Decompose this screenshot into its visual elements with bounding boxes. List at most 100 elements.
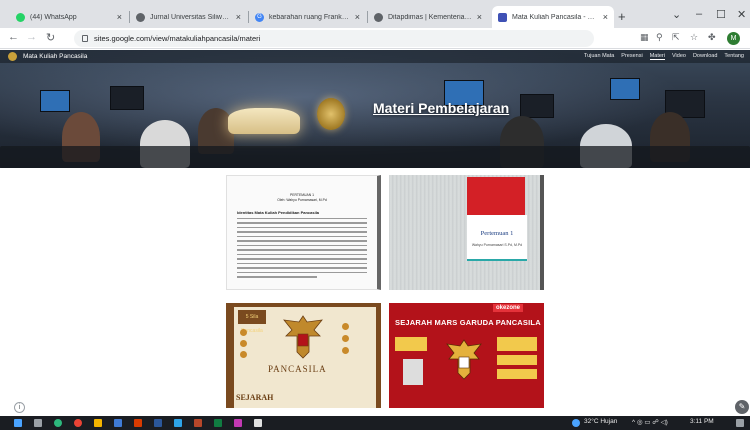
tab-jurnal[interactable]: Jurnal Universitas Siliwangi × — [130, 6, 247, 28]
whatsapp-icon — [16, 12, 25, 22]
extensions-puzzle-icon[interactable]: ✤ — [708, 32, 716, 43]
open-book-illustration — [228, 108, 300, 134]
windows-taskbar: 32°C Hujan ^ ◎ ▭ ☍ ◁) 3:11 PM — [0, 416, 750, 430]
info-box — [497, 355, 537, 365]
notification-icon[interactable] — [736, 419, 744, 427]
nav-materi[interactable]: Materi — [649, 53, 665, 60]
share-icon[interactable]: ⇱ — [672, 32, 680, 43]
word-icon[interactable] — [154, 419, 162, 427]
text-line — [237, 253, 367, 256]
text-line — [237, 222, 367, 224]
info-box — [497, 337, 537, 351]
text-line — [237, 271, 367, 274]
text-line — [237, 226, 367, 229]
forward-arrow-icon[interactable]: → — [26, 31, 37, 43]
text-line — [237, 276, 317, 278]
text-line — [237, 244, 367, 247]
text-line — [237, 217, 367, 220]
powerpoint-icon[interactable] — [134, 419, 142, 427]
nav-tujuan[interactable]: Tujuan Mata — [584, 53, 614, 60]
excel-icon[interactable] — [214, 419, 222, 427]
site-info-button[interactable]: i — [14, 402, 25, 413]
close-tab-icon[interactable]: × — [236, 12, 241, 22]
poster-title: PANCASILA — [268, 364, 327, 374]
okezone-logo: okezone — [493, 304, 524, 312]
poster-panel: 5 Sila Pancasila PANCASILA SEJARAH — [234, 307, 376, 408]
clock[interactable]: 3:11 PM — [690, 418, 714, 425]
back-arrow-icon[interactable]: ← — [8, 31, 19, 43]
bookmark-star-icon[interactable]: ☆ — [690, 32, 698, 43]
zoom-icon[interactable]: ⚲ — [656, 32, 663, 43]
browser-toolbar: ← → ↻ sites.google.com/view/matakuliahpa… — [0, 28, 750, 49]
nav-download[interactable]: Download — [693, 53, 717, 60]
info-box — [395, 337, 427, 351]
system-tray-icons[interactable]: ^ ◎ ▭ ☍ ◁) — [632, 418, 668, 426]
tab-ditapdimas[interactable]: Ditapdimas | Kementerian Ag × — [368, 6, 488, 28]
address-bar[interactable]: sites.google.com/view/matakuliahpancasil… — [74, 30, 594, 47]
nav-presensi[interactable]: Presensi — [621, 53, 642, 60]
edge-icon[interactable] — [54, 419, 62, 427]
edit-site-button[interactable]: ✎ — [735, 400, 749, 414]
app-icon[interactable] — [174, 419, 182, 427]
app-icon[interactable] — [254, 419, 262, 427]
nav-video[interactable]: Video — [672, 53, 686, 60]
close-tab-icon[interactable]: × — [603, 12, 608, 22]
site-header: Mata Kuliah Pancasila Tujuan Mata Presen… — [0, 50, 750, 63]
lock-icon — [82, 35, 88, 42]
close-tab-icon[interactable]: × — [477, 12, 482, 22]
text-line — [237, 267, 367, 269]
maximize-button[interactable]: ☐ — [716, 8, 726, 21]
sila-bullet — [342, 335, 349, 342]
classroom-monitor — [110, 86, 144, 110]
new-tab-button[interactable]: + — [618, 9, 626, 24]
document-thumbnail[interactable]: PERTEMUAN 1 Oleh: Wahyu Purnamasari, M.P… — [226, 175, 381, 290]
info-box — [497, 369, 537, 379]
slide-thumbnail[interactable]: Pertemuan 1 Wahyu Purnamasari S.Pd, M.Pd — [389, 175, 544, 290]
portrait-photo — [403, 359, 423, 385]
tab-whatsapp[interactable]: (44) WhatsApp × — [10, 6, 128, 28]
reload-icon[interactable]: ↻ — [46, 31, 55, 44]
page-title: Materi Pembelajaran — [373, 100, 510, 116]
hero-banner: Materi Pembelajaran Mata Kuliah Pancasil… — [0, 50, 750, 168]
slide-title: Pertemuan 1 — [480, 230, 514, 237]
profile-avatar[interactable]: M — [727, 32, 740, 45]
pancasila-poster-thumbnail[interactable]: 5 Sila Pancasila PANCASILA SEJARAH — [226, 303, 381, 408]
text-line — [237, 258, 367, 260]
site-navigation: Tujuan Mata Presensi Materi Video Downlo… — [584, 53, 744, 60]
sila-bullet — [240, 329, 247, 336]
close-tab-icon[interactable]: × — [355, 12, 360, 22]
google-icon: G — [255, 12, 264, 22]
site-logo[interactable] — [8, 52, 17, 61]
text-line — [237, 231, 367, 233]
file-explorer-icon[interactable] — [94, 419, 102, 427]
chrome-icon[interactable] — [74, 419, 82, 427]
text-line — [237, 249, 367, 251]
store-icon[interactable] — [114, 419, 122, 427]
app-icon[interactable] — [194, 419, 202, 427]
translate-icon[interactable]: ▦ — [640, 32, 649, 43]
close-window-button[interactable]: ✕ — [737, 8, 746, 21]
tab-search-chevron-icon[interactable]: ⌄ — [672, 8, 681, 21]
minimize-button[interactable]: – — [696, 8, 702, 20]
close-tab-icon[interactable]: × — [117, 12, 122, 22]
app-icon[interactable] — [234, 419, 242, 427]
site-name[interactable]: Mata Kuliah Pancasila — [23, 53, 87, 60]
infographic-thumbnail[interactable]: okezone SEJARAH MARS GARUDA PANCASILA — [389, 303, 544, 408]
slide-author: Wahyu Purnamasari S.Pd, M.Pd — [471, 243, 523, 247]
nav-tentang[interactable]: Tentang — [724, 53, 744, 60]
task-view-icon[interactable] — [34, 419, 42, 427]
windows-start-icon[interactable] — [14, 419, 22, 427]
classroom-monitor — [520, 94, 554, 118]
slide-title-card: Pertemuan 1 Wahyu Purnamasari S.Pd, M.Pd — [467, 215, 527, 259]
classroom-monitor — [610, 78, 640, 100]
garuda-icon — [283, 315, 323, 359]
tab-google-search[interactable]: G kebarahan ruang Franky Lam × — [249, 6, 366, 28]
url-text: sites.google.com/view/matakuliahpancasil… — [94, 34, 261, 43]
slide-accent-line — [467, 259, 527, 261]
classroom-monitor — [40, 90, 70, 112]
ministry-logo-icon — [374, 12, 383, 22]
tab-mata-kuliah-pancasila[interactable]: Mata Kuliah Pancasila - Mate × — [492, 6, 614, 28]
google-sites-icon — [498, 12, 507, 22]
weather-text[interactable]: 32°C Hujan — [584, 418, 617, 425]
sila-bullet — [342, 347, 349, 354]
